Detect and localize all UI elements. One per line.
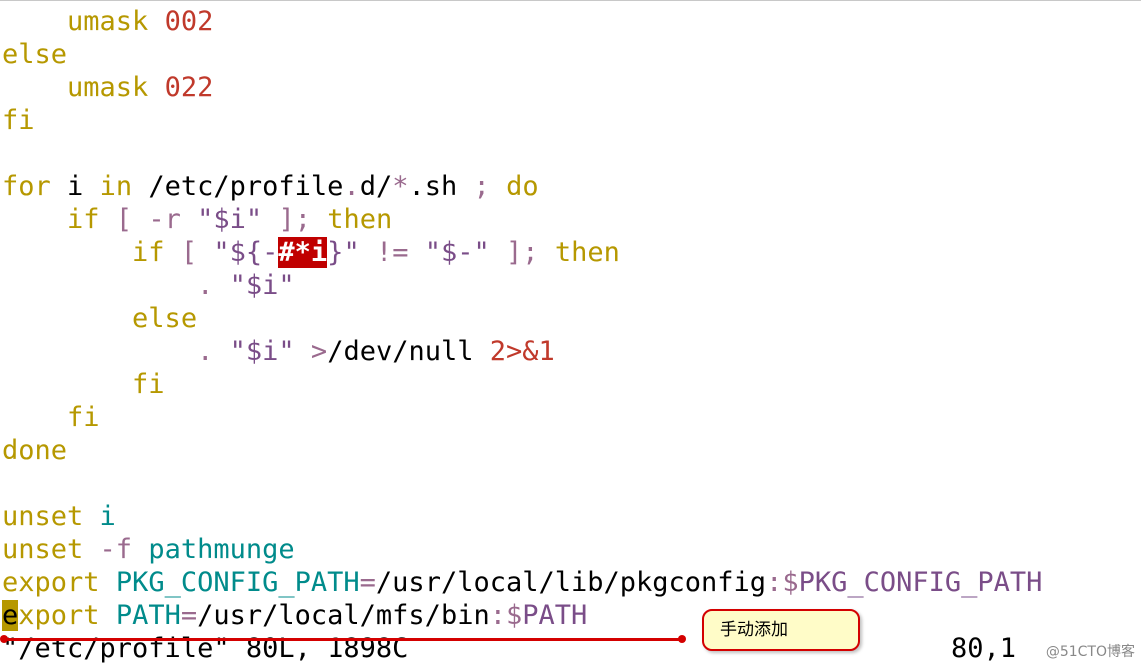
number: 002 <box>164 6 214 37</box>
code-line: . "$i" <box>2 269 1141 302</box>
path: /dev/null <box>327 336 474 367</box>
code-line: fi <box>2 104 1141 137</box>
keyword: umask <box>67 72 149 103</box>
operator: . <box>197 270 214 301</box>
operator: > <box>310 336 328 367</box>
code-area[interactable]: umask 002 else umask 022 fi for i in /et… <box>2 5 1141 632</box>
keyword: export <box>2 567 100 598</box>
code-line: if [ -r "$i" ]; then <box>2 203 1141 236</box>
keyword: done <box>2 435 68 466</box>
path: /etc/profile <box>148 171 344 202</box>
keyword: fi <box>67 402 100 433</box>
variable: i <box>262 336 279 367</box>
code-line: unset -f pathmunge <box>2 533 1141 566</box>
keyword: do <box>506 171 539 202</box>
keyword: xport <box>18 600 100 631</box>
operator: : <box>489 600 506 631</box>
keyword: in <box>99 171 133 202</box>
keyword: else <box>2 39 68 70</box>
variable-reference: PKG_CONFIG_PATH <box>798 567 1043 598</box>
variable: pathmunge <box>148 534 295 565</box>
operator: $ <box>505 600 523 631</box>
code-line: umask 002 <box>2 5 1141 38</box>
variable: PKG_CONFIG_PATH <box>115 567 360 598</box>
annotation-underline <box>4 638 684 641</box>
path: /usr/local/lib/pkgconfig <box>375 567 767 598</box>
keyword: if <box>132 237 165 268</box>
keyword: then <box>554 237 620 268</box>
search-highlight: #*i <box>278 237 328 268</box>
string: " <box>245 204 263 235</box>
operator: != <box>375 237 409 268</box>
operator: [ <box>115 204 133 235</box>
code-line: fi <box>2 401 1141 434</box>
code-line: . "$i" >/dev/null 2>&1 <box>2 335 1141 368</box>
path: .sh <box>408 171 458 202</box>
code-line: fi <box>2 368 1141 401</box>
keyword: for <box>2 171 51 202</box>
operator: [ <box>180 237 198 268</box>
string: "${- <box>213 237 279 268</box>
operator: = <box>359 567 376 598</box>
code-line: umask 022 <box>2 71 1141 104</box>
variable-reference: PATH <box>522 600 588 631</box>
operator: -r <box>148 204 181 235</box>
code-line: unset i <box>2 500 1141 533</box>
code-line: export PKG_CONFIG_PATH=/usr/local/lib/pk… <box>2 566 1141 599</box>
operator: ]; <box>278 204 311 235</box>
keyword: else <box>132 303 198 334</box>
operator: = <box>180 600 198 631</box>
string: "$-" <box>424 237 490 268</box>
variable: PATH <box>115 600 181 631</box>
code-line: else <box>2 302 1141 335</box>
redirect: 2>&1 <box>489 336 555 367</box>
operator: ]; <box>506 237 539 268</box>
vim-editor[interactable]: umask 002 else umask 022 fi for i in /et… <box>0 0 1141 668</box>
operator: * <box>392 171 409 202</box>
string: " <box>278 336 295 367</box>
operator: . <box>197 336 214 367</box>
variable: i <box>229 204 246 235</box>
keyword: then <box>327 204 393 235</box>
string: " <box>343 237 360 268</box>
path: /usr/local/mfs/bin <box>197 600 490 631</box>
operator: : <box>766 567 783 598</box>
keyword: unset <box>2 501 84 532</box>
number: 022 <box>164 72 214 103</box>
variable: i <box>99 501 116 532</box>
annotation-dot-left <box>0 635 8 643</box>
code-line: export PATH=/usr/local/mfs/bin:$PATH <box>2 599 1141 632</box>
code-line: else <box>2 38 1141 71</box>
variable: i <box>262 270 279 301</box>
keyword: umask <box>67 6 149 37</box>
operator: -f <box>99 534 133 565</box>
code-line: done <box>2 434 1141 467</box>
operator: . <box>343 171 360 202</box>
string: "$ <box>229 336 263 367</box>
operator: $ <box>782 567 799 598</box>
string: " <box>278 270 295 301</box>
code-line: if [ "${-#*i}" != "$-" ]; then <box>2 236 1141 269</box>
keyword: fi <box>2 105 35 136</box>
annotation-callout: 手动添加 <box>702 609 860 651</box>
identifier: i <box>67 171 84 202</box>
string: } <box>327 237 344 268</box>
keyword: if <box>67 204 100 235</box>
status-message: "/etc/profile" 80L, 1898C <box>2 633 409 664</box>
path: d/ <box>359 171 393 202</box>
code-line: for i in /etc/profile.d/*.sh ; do <box>2 170 1141 203</box>
operator: ; <box>473 171 490 202</box>
text-cursor: e <box>2 600 19 631</box>
watermark: @51CTO博客 <box>1045 644 1135 660</box>
cursor-position: 80,1 <box>951 633 1017 664</box>
annotation-dot-right <box>678 635 686 643</box>
keyword: fi <box>132 369 165 400</box>
string: "$ <box>229 270 263 301</box>
keyword: unset <box>2 534 84 565</box>
string: "$ <box>197 204 230 235</box>
